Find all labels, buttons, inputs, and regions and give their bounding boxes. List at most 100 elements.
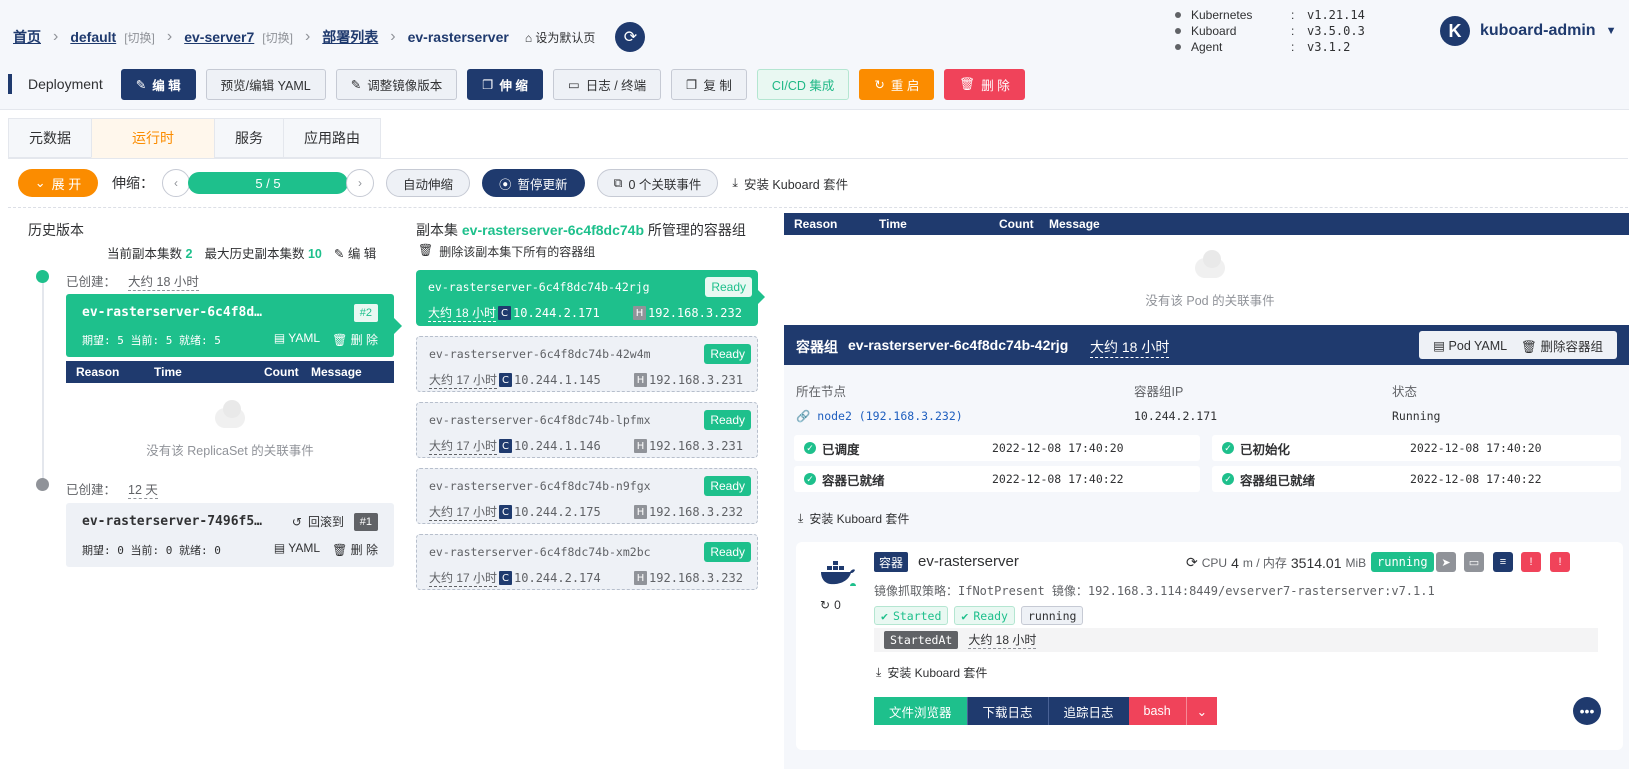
pod-card[interactable]: ev-rasterserver-6c4f8dc74b-42rjg Ready 大… xyxy=(416,270,765,326)
host-ip: 192.168.3.231 xyxy=(649,373,743,387)
condition-time: 2022-12-08 17:40:20 xyxy=(992,441,1124,455)
host-ip: 192.168.3.232 xyxy=(649,571,743,585)
decrease-replicas-button[interactable]: ‹ xyxy=(162,169,190,197)
tab-ingress[interactable]: 应用路由 xyxy=(283,118,381,158)
pod-name: ev-rasterserver-6c4f8dc74b-n9fgx xyxy=(429,479,651,493)
cpu-unit: m / 内存 xyxy=(1242,556,1287,570)
switch-cluster-link[interactable]: [切换] xyxy=(262,29,293,46)
breadcrumb-cluster[interactable]: ev-server7 xyxy=(184,29,254,45)
rollback-link[interactable]: ↺ 回滚到 xyxy=(292,513,344,530)
condition-name: 容器组已就绪 xyxy=(1240,473,1316,488)
pod-age: 大约 17 小时 xyxy=(429,571,498,587)
set-default-page-link[interactable]: ⌂ 设为默认页 xyxy=(525,29,596,46)
delete-button[interactable]: 🗑 删 除 xyxy=(944,68,1025,100)
delete-all-pods-link[interactable]: 🗑 删除该副本集下所有的容器组 xyxy=(418,243,595,260)
edit-history-link[interactable]: ✎ 编 辑 xyxy=(334,243,376,262)
pod-name: ev-rasterserver-6c4f8dc74b-lpfmx xyxy=(429,413,651,427)
send-icon[interactable]: ➤ xyxy=(1436,552,1456,572)
refresh-icon[interactable]: ⟳ xyxy=(1186,554,1198,571)
scale-button[interactable]: ❐ 伸 缩 xyxy=(467,68,543,100)
version-key: Kuboard xyxy=(1191,24,1237,38)
check-circle-icon: ✓ xyxy=(804,442,816,454)
database-icon[interactable]: ≡ xyxy=(1493,552,1513,572)
condition-containers-ready: ✓ 容器已就绪 2022-12-08 17:40:22 xyxy=(794,466,1200,492)
refresh-button[interactable]: ⟳ xyxy=(615,22,646,52)
tab-runtime[interactable]: 运行时 xyxy=(91,118,214,158)
pause-update-button[interactable]: ⦿ 暂停更新 xyxy=(482,169,585,197)
pod-card[interactable]: ev-rasterserver-6c4f8dc74b-n9fgx Ready 大… xyxy=(416,468,758,524)
replicaset-name: ev-rasterserver-6c4f8d… xyxy=(82,305,263,320)
replica-slider[interactable]: 5 / 5 xyxy=(188,172,348,194)
adjust-image-button[interactable]: ✎ 调整镜像版本 xyxy=(335,68,458,100)
install-kuboard-link[interactable]: ⤓ 安装 Kuboard 套件 xyxy=(876,664,987,681)
logs-terminal-button[interactable]: ▭ 日志 / 终端 xyxy=(552,68,662,100)
pod-info: 大约 17 小时 C 10.244.1.145 H 192.168.3.231 xyxy=(429,371,743,389)
host-ip-icon: H xyxy=(634,373,648,387)
copy-button[interactable]: ❐ 复 制 xyxy=(671,68,747,100)
alert-icon[interactable]: ! xyxy=(1550,552,1570,572)
increase-replicas-button[interactable]: › xyxy=(346,169,374,197)
replicaset-card-active[interactable]: ev-rasterserver-6c4f8d… #2 期望: 5 当前: 5 就… xyxy=(66,294,402,357)
external-link-icon: ⧉ xyxy=(613,175,623,190)
check-circle-icon: ✔ xyxy=(881,608,888,623)
download-logs-button[interactable]: 下载日志 xyxy=(966,697,1048,725)
breadcrumb-deployment-list[interactable]: 部署列表 xyxy=(322,27,378,47)
yaml-link[interactable]: ▤ YAML xyxy=(274,331,320,348)
container-ip-icon: C xyxy=(499,571,513,585)
version-value: v1.21.14 xyxy=(1307,8,1365,22)
yaml-link[interactable]: ▤ YAML xyxy=(274,541,320,558)
switch-namespace-link[interactable]: [切换] xyxy=(124,29,155,46)
breadcrumb-home[interactable]: 首页 xyxy=(13,27,41,47)
condition-time: 2022-12-08 17:40:22 xyxy=(992,472,1124,486)
status-label: 状态 xyxy=(1392,385,1418,399)
yaml-button[interactable]: 预览/编辑 YAML xyxy=(205,68,326,100)
chevron-right-icon: › xyxy=(53,28,59,45)
replicaset-card-old[interactable]: ev-rasterserver-7496f5… ↺ 回滚到 #1 期望: 0 当… xyxy=(66,503,394,567)
folder-icon[interactable]: ▭ xyxy=(1464,552,1484,572)
file-browser-button[interactable]: 文件浏览器 xyxy=(874,697,967,725)
follow-logs-button[interactable]: 追踪日志 xyxy=(1047,697,1129,725)
tab-metadata[interactable]: 元数据 xyxy=(8,118,91,158)
condition-name: 已初始化 xyxy=(1240,442,1291,457)
delete-replicaset-link[interactable]: 🗑 删 除 xyxy=(332,541,378,558)
user-menu[interactable]: K kuboard-admin ▼ xyxy=(1440,16,1616,46)
install-kuboard-link[interactable]: ⤓ 安装 Kuboard 套件 xyxy=(798,510,909,527)
restart-label: 重 启 xyxy=(890,78,920,93)
node-value: node2 (192.168.3.232) xyxy=(817,409,963,423)
chevron-down-icon[interactable]: ⌄ xyxy=(1185,697,1218,725)
delete-pod-button[interactable]: 🗑 删除容器组 xyxy=(1521,336,1603,355)
chevron-right-icon: › xyxy=(304,28,311,45)
version-row: Agent: v3.1.2 xyxy=(1175,39,1365,55)
install-label: 安装 Kuboard 套件 xyxy=(887,666,988,680)
edit-button[interactable]: ✎ 编 辑 xyxy=(120,68,196,100)
more-icon[interactable]: ••• xyxy=(1573,697,1601,725)
resource-kind: Deployment xyxy=(28,76,103,92)
max-history: 最大历史副本集数 10 xyxy=(204,243,321,262)
pod-status-badge: Ready xyxy=(704,410,751,430)
image-info: 镜像抓取策略：IfNotPresent 镜像：192.168.3.114:844… xyxy=(874,584,1435,598)
node-label: 所在节点 xyxy=(796,385,847,399)
pod-card[interactable]: ev-rasterserver-6c4f8dc74b-xm2bc Ready 大… xyxy=(416,534,758,590)
autoscale-button[interactable]: 自动伸缩 xyxy=(386,169,471,197)
breadcrumb-namespace[interactable]: default xyxy=(70,29,116,45)
expand-button[interactable]: ⌄ 展 开 xyxy=(18,169,98,197)
alert-icon[interactable]: ! xyxy=(1521,552,1541,572)
delete-replicaset-link[interactable]: 🗑 删 除 xyxy=(332,331,378,348)
status-value: Running xyxy=(1392,409,1441,423)
install-kuboard-link[interactable]: ⤓ 安装 Kuboard 套件 xyxy=(732,174,848,193)
pod-card[interactable]: ev-rasterserver-6c4f8dc74b-42w4m Ready 大… xyxy=(416,336,758,392)
col-reason: Reason xyxy=(794,217,838,231)
restart-button[interactable]: ↻ 重 启 xyxy=(859,68,935,100)
bash-button[interactable]: bash xyxy=(1128,697,1186,725)
tab-service[interactable]: 服务 xyxy=(214,118,283,158)
pod-yaml-button[interactable]: ▤ Pod YAML xyxy=(1433,338,1507,353)
cicd-button[interactable]: CI/CD 集成 xyxy=(756,68,850,100)
node-link[interactable]: 🔗 node2 (192.168.3.232) xyxy=(796,409,963,423)
install-label: 安装 Kuboard 套件 xyxy=(743,177,849,192)
trash-icon: 🗑 xyxy=(418,243,434,257)
divider xyxy=(8,207,1628,208)
related-events-button[interactable]: ⧉ 0 个关联事件 xyxy=(596,169,719,197)
top-header: 首页 › default [切换] › ev-server7 [切换] › 部署… xyxy=(0,0,1629,110)
pod-card[interactable]: ev-rasterserver-6c4f8dc74b-lpfmx Ready 大… xyxy=(416,402,758,458)
avatar: K xyxy=(1440,16,1470,46)
